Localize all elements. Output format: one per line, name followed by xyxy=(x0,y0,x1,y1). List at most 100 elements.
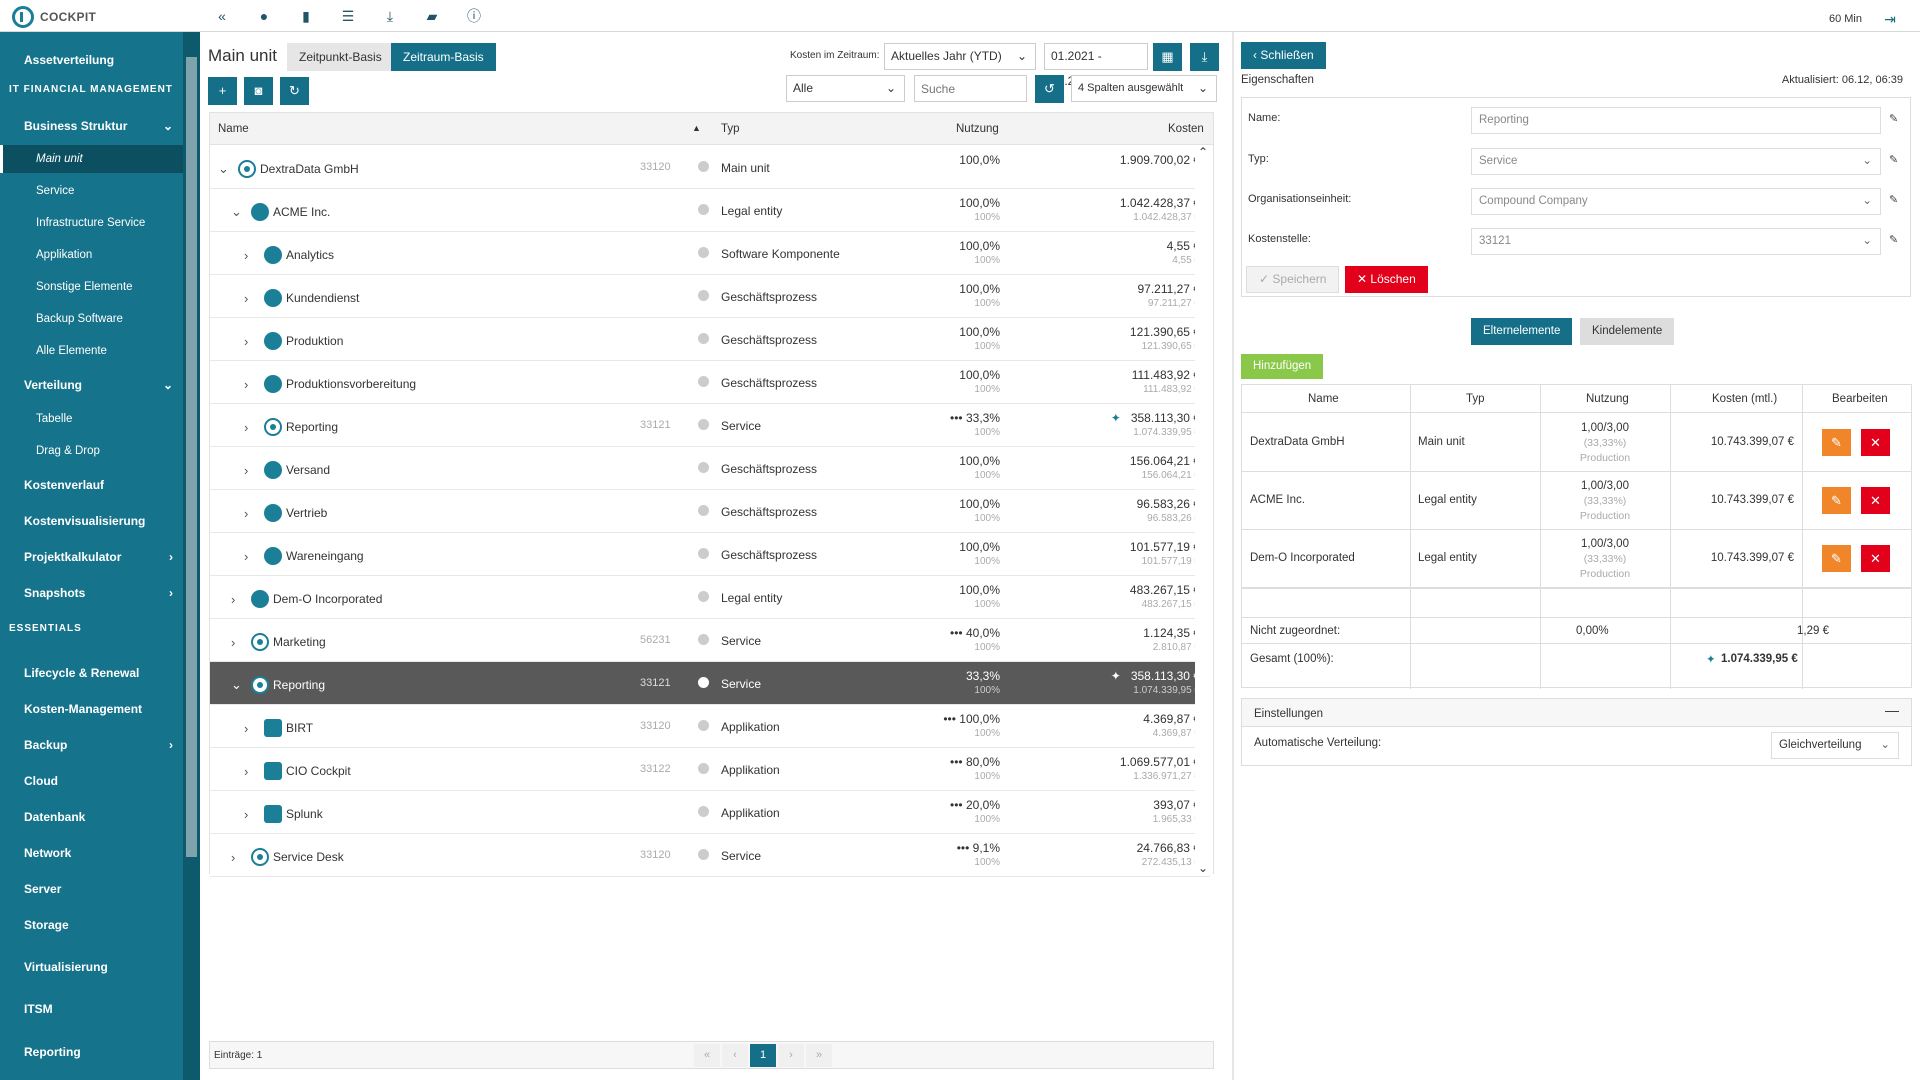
col-name[interactable]: Name xyxy=(218,123,249,135)
chevron-down-icon[interactable]: ⌄ xyxy=(231,204,245,220)
download-icon[interactable]: ⤓ xyxy=(380,6,400,26)
cost-center-select[interactable]: 33121 ⌄ xyxy=(1471,228,1881,255)
remove-parent-button[interactable]: ✕ xyxy=(1861,545,1890,572)
page-1-button[interactable]: 1 xyxy=(750,1044,776,1067)
edit-parent-button[interactable]: ✎ xyxy=(1822,545,1851,572)
chevron-right-icon[interactable]: › xyxy=(244,334,258,349)
last-page-button[interactable]: » xyxy=(806,1044,832,1067)
add-parent-button[interactable]: Hinzufügen xyxy=(1241,354,1324,379)
sidebar-item-2[interactable]: Business Struktur ⌄ xyxy=(0,117,183,135)
info-icon[interactable] xyxy=(698,161,709,172)
sidebar-item-24[interactable]: Server xyxy=(0,880,183,898)
chevron-down-icon[interactable]: ⌄ xyxy=(231,677,245,693)
search-input[interactable] xyxy=(914,75,1027,102)
snapshot-button[interactable]: ◙ xyxy=(244,77,273,105)
sidebar-item-14[interactable]: Kostenvisualisierung xyxy=(0,512,183,530)
chevron-right-icon[interactable]: › xyxy=(244,807,258,822)
info-icon[interactable] xyxy=(698,376,709,387)
sidebar-item-12[interactable]: Drag & Drop xyxy=(0,442,183,460)
edit-icon[interactable]: ✎ xyxy=(1889,112,1901,125)
chevron-right-icon[interactable]: › xyxy=(244,248,258,263)
sidebar-item-7[interactable]: Sonstige Elemente xyxy=(0,278,183,296)
col-type[interactable]: Typ xyxy=(721,123,740,135)
sidebar-item-8[interactable]: Backup Software xyxy=(0,310,183,328)
tab-children[interactable]: Kindelemente xyxy=(1580,318,1675,345)
org-unit-select[interactable]: Compound Company ⌄ xyxy=(1471,188,1881,215)
chevron-right-icon[interactable]: › xyxy=(244,377,258,392)
chevron-right-icon[interactable]: › xyxy=(231,635,245,650)
sidebar-item-23[interactable]: Network xyxy=(0,844,183,862)
chevron-right-icon[interactable]: › xyxy=(231,592,245,607)
sidebar-item-10[interactable]: Verteilung ⌄ xyxy=(0,376,183,394)
info-icon[interactable] xyxy=(698,247,709,258)
table-row[interactable]: › Produktion Geschäftsprozess 100,0% 100% 121… xyxy=(210,318,1210,361)
sidebar-item-13[interactable]: Kostenverlauf xyxy=(0,476,183,494)
collapse-icon[interactable]: « xyxy=(212,6,232,26)
info-icon[interactable] xyxy=(698,462,709,473)
table-row[interactable]: › BIRT 33120 Applikation ••• 100,0% 100% 4.369… xyxy=(210,705,1210,748)
sidebar-item-26[interactable]: Virtualisierung xyxy=(0,958,183,976)
sidebar-item-0[interactable]: Assetverteilung xyxy=(0,51,183,69)
toggle-point-basis[interactable]: Zeitpunkt-Basis xyxy=(287,43,394,71)
sidebar-item-21[interactable]: Cloud xyxy=(0,772,183,790)
chevron-right-icon[interactable]: › xyxy=(244,721,258,736)
scroll-down-icon[interactable]: ⌄ xyxy=(1198,861,1208,875)
info-icon[interactable] xyxy=(698,763,709,774)
info-icon[interactable] xyxy=(698,591,709,602)
refresh-button[interactable]: ↻ xyxy=(280,77,309,105)
reset-button[interactable]: ↺ xyxy=(1035,75,1064,103)
auto-dist-select[interactable]: Gleichverteilung ⌄ xyxy=(1771,732,1899,759)
table-row[interactable]: ⌄ ACME Inc. Legal entity 100,0% 100% 1.042.42… xyxy=(210,189,1210,232)
chevron-right-icon[interactable]: › xyxy=(244,463,258,478)
sidebar-item-16[interactable]: Snapshots › xyxy=(0,584,183,602)
first-page-button[interactable]: « xyxy=(694,1044,720,1067)
table-row[interactable]: › Analytics Software Komponente 100,0% 100% 4… xyxy=(210,232,1210,275)
period-select[interactable]: Aktuelles Jahr (YTD) ⌄ xyxy=(884,43,1036,70)
sidebar-item-20[interactable]: Backup › xyxy=(0,736,183,754)
prev-page-button[interactable]: ‹ xyxy=(722,1044,748,1067)
remove-parent-button[interactable]: ✕ xyxy=(1861,487,1890,514)
info-icon[interactable] xyxy=(698,290,709,301)
edit-parent-button[interactable]: ✎ xyxy=(1822,429,1851,456)
sidebar-item-27[interactable]: ITSM xyxy=(0,1000,183,1018)
chevron-right-icon[interactable]: › xyxy=(244,549,258,564)
filter-select[interactable]: Alle ⌄ xyxy=(786,75,905,102)
table-row[interactable]: › Reporting 33121 Service ••• 33,3% 100% ✦ 358… xyxy=(210,404,1210,447)
table-row[interactable]: › Splunk Applikation ••• 20,0% 100% 393,07 € 1… xyxy=(210,791,1210,834)
save-button[interactable]: ✓ Speichern xyxy=(1246,266,1340,293)
edit-parent-button[interactable]: ✎ xyxy=(1822,487,1851,514)
chevron-right-icon[interactable]: › xyxy=(231,850,245,865)
delete-button[interactable]: ✕ Löschen xyxy=(1345,266,1428,293)
table-row[interactable]: › Produktionsvorbereitung Geschäftsprozess… xyxy=(210,361,1210,404)
sidebar-item-15[interactable]: Projektkalkulator › xyxy=(0,548,183,566)
add-button[interactable]: + xyxy=(208,77,237,105)
sidebar-item-19[interactable]: Kosten-Management xyxy=(0,700,183,718)
building-icon[interactable]: ▮ xyxy=(296,6,316,26)
tab-parents[interactable]: Elternelemente xyxy=(1471,318,1573,345)
info-icon[interactable] xyxy=(698,849,709,860)
type-select[interactable]: Service ⌄ xyxy=(1471,148,1881,175)
book-icon[interactable]: ▰ xyxy=(422,6,442,26)
sort-asc-icon[interactable]: ▲ xyxy=(692,123,701,133)
remove-parent-button[interactable]: ✕ xyxy=(1861,429,1890,456)
info-icon[interactable] xyxy=(698,505,709,516)
sidebar-item-6[interactable]: Applikation xyxy=(0,246,183,264)
user-icon[interactable]: ● xyxy=(254,6,274,26)
chevron-right-icon[interactable]: › xyxy=(244,420,258,435)
table-row[interactable]: › Dem-O Incorporated Legal entity 100,0% 100… xyxy=(210,576,1210,619)
chevron-right-icon[interactable]: › xyxy=(244,291,258,306)
info-icon[interactable] xyxy=(698,419,709,430)
table-row[interactable]: › Vertrieb Geschäftsprozess 100,0% 100% 96.58… xyxy=(210,490,1210,533)
app-logo[interactable]: COCKPIT xyxy=(12,6,96,28)
next-page-button[interactable]: › xyxy=(778,1044,804,1067)
close-button[interactable]: ‹ Schließen xyxy=(1241,42,1326,69)
sidebar-item-4[interactable]: Service xyxy=(0,182,183,200)
sidebar-item-3[interactable]: Main unit xyxy=(0,145,183,173)
table-row[interactable]: › CIO Cockpit 33122 Applikation ••• 80,0% 100… xyxy=(210,748,1210,791)
name-input[interactable]: Reporting xyxy=(1471,107,1881,134)
list-settings-icon[interactable]: ☰ xyxy=(338,6,358,26)
info-icon[interactable] xyxy=(698,204,709,215)
chevron-right-icon[interactable]: › xyxy=(244,764,258,779)
sidebar-item-25[interactable]: Storage xyxy=(0,916,183,934)
scroll-up-icon[interactable]: ⌃ xyxy=(1198,145,1208,159)
